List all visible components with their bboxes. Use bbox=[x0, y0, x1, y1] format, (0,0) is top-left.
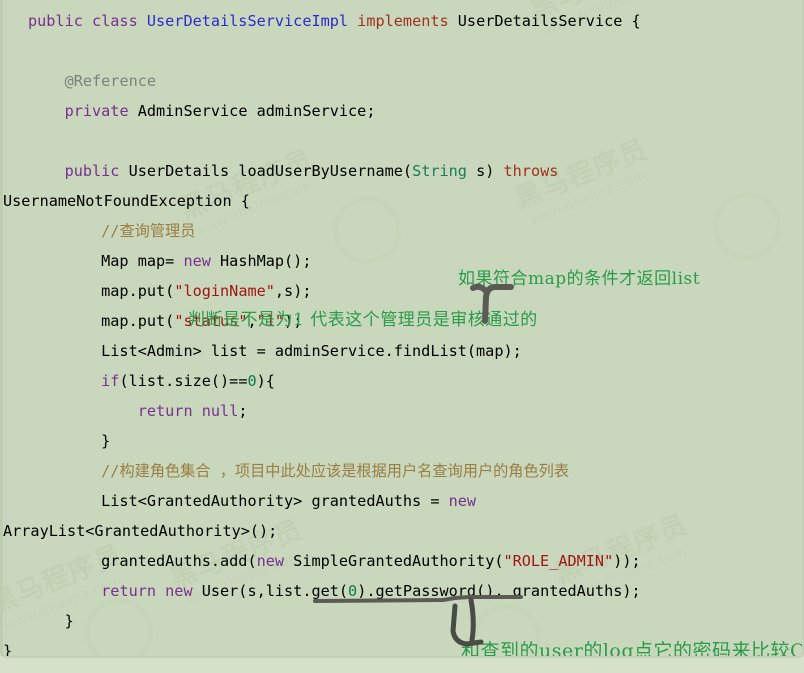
token-plain: User(s,list.get( bbox=[192, 582, 349, 600]
token-plain: UserDetailsService { bbox=[448, 12, 641, 30]
token-plain: map.put( bbox=[28, 312, 175, 330]
token-keyword: new bbox=[256, 552, 285, 570]
annotation-note-return-list: 如果符合map的条件才返回list bbox=[458, 269, 701, 289]
code-line[interactable]: return null; bbox=[3, 396, 802, 426]
code-line[interactable]: grantedAuths.add(new SimpleGrantedAuthor… bbox=[3, 546, 802, 576]
annotation-note-password-compare: 和查到的user的log点它的密码来比较OK bbox=[461, 640, 804, 658]
token-param-type: String bbox=[412, 162, 467, 180]
token-throws-keyword: throws bbox=[503, 162, 559, 180]
token-plain: ,s); bbox=[274, 282, 312, 300]
token-plain: HashMap(); bbox=[210, 252, 312, 270]
code-line[interactable]: public UserDetails loadUserByUsername(St… bbox=[3, 156, 802, 186]
code-line[interactable]: @Reference bbox=[3, 66, 802, 96]
token-plain: grantedAuths.add( bbox=[28, 552, 257, 570]
token-number: 0 bbox=[247, 372, 257, 390]
code-line[interactable]: //查询管理员 bbox=[3, 216, 802, 246]
token-annotation: @Reference bbox=[64, 72, 157, 90]
token-plain: AdminService adminService; bbox=[128, 102, 376, 120]
code-line[interactable]: List<GrantedAuthority> grantedAuths = ne… bbox=[3, 486, 802, 516]
token-plain: UserDetails loadUserByUsername( bbox=[119, 162, 413, 180]
token-plain: (list.size()== bbox=[119, 372, 248, 390]
code-line[interactable]: if(list.size()==0){ bbox=[3, 366, 802, 396]
token-plain: List<Admin> list = adminService.findList… bbox=[28, 342, 522, 360]
code-line[interactable]: } bbox=[3, 606, 802, 636]
token-keyword: private bbox=[64, 102, 129, 120]
token-plain: List<GrantedAuthority> grantedAuths = bbox=[28, 492, 449, 510]
token-plain: ArrayList<GrantedAuthority>(); bbox=[3, 522, 278, 540]
token-plain: Map map= bbox=[28, 252, 184, 270]
token-plain: ){ bbox=[256, 372, 275, 390]
code-line[interactable]: return new User(s,list.get(0).getPasswor… bbox=[3, 576, 802, 606]
token-keyword: null bbox=[201, 402, 239, 420]
token-keyword: new bbox=[183, 252, 211, 270]
token-plain: ; bbox=[238, 402, 248, 420]
token-comment: //查询管理员 bbox=[101, 222, 196, 240]
token-plain: } bbox=[28, 432, 111, 450]
token-comment: //构建角色集合 ，项目中此处应该是根据用户名查询用户的角色列表 bbox=[101, 462, 570, 480]
token-keyword: new bbox=[448, 492, 477, 510]
annotation-note-status-check: 判断是不是为1 代表这个管理员是审核通过的 bbox=[188, 310, 538, 330]
code-line[interactable]: private AdminService adminService; bbox=[3, 96, 802, 126]
code-line[interactable]: ArrayList<GrantedAuthority>(); bbox=[3, 516, 802, 546]
code-line[interactable]: UsernameNotFoundException { bbox=[3, 186, 802, 216]
token-keyword: if bbox=[101, 372, 120, 390]
token-type-name: UserDetailsServiceImpl bbox=[146, 12, 349, 30]
code-line[interactable]: } bbox=[3, 426, 802, 456]
code-line[interactable]: public class UserDetailsServiceImpl impl… bbox=[3, 6, 802, 36]
token-plain: } bbox=[28, 612, 74, 630]
token-plain: UsernameNotFoundException { bbox=[3, 192, 250, 210]
token-keyword: return bbox=[137, 402, 193, 420]
token-plain: ).getPassword(), grantedAuths); bbox=[357, 582, 641, 600]
code-line[interactable]: List<Admin> list = adminService.findList… bbox=[3, 336, 802, 366]
token-plain: map.put( bbox=[28, 282, 175, 300]
token-string: "loginName" bbox=[174, 282, 275, 300]
token-plain: )); bbox=[613, 552, 641, 570]
token-plain: SimpleGrantedAuthority( bbox=[284, 552, 504, 570]
token-implements-keyword: implements bbox=[357, 12, 449, 30]
token-plain: s) bbox=[466, 162, 504, 180]
token-keyword: public class bbox=[28, 12, 147, 30]
screenshot-stage: 黑马程序员 www.itheima.com 黑马程序员 www.itheima.… bbox=[0, 0, 804, 673]
token-keyword: return new bbox=[101, 582, 193, 600]
token-plain: } bbox=[3, 642, 13, 658]
token-string: "ROLE_ADMIN" bbox=[503, 552, 614, 570]
code-editor-panel[interactable]: 黑马程序员 www.itheima.com 黑马程序员 www.itheima.… bbox=[0, 0, 804, 658]
token-keyword: public bbox=[64, 162, 120, 180]
code-line[interactable]: //构建角色集合 ，项目中此处应该是根据用户名查询用户的角色列表 bbox=[3, 456, 802, 486]
token-number: 0 bbox=[348, 582, 358, 600]
